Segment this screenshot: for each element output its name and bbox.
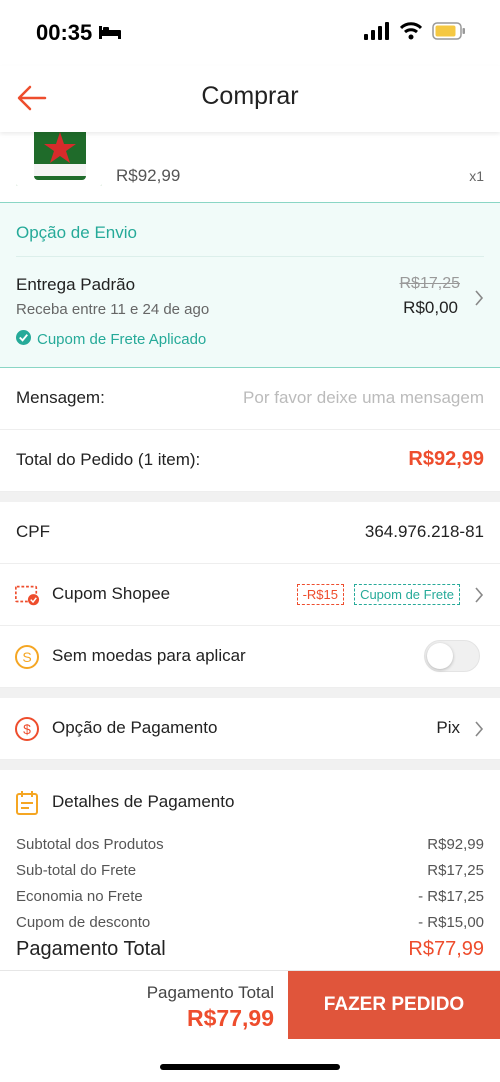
wifi-icon bbox=[399, 22, 423, 45]
coins-row: S Sem moedas para aplicar bbox=[0, 626, 500, 688]
shipping-title: Opção de Envio bbox=[16, 223, 137, 242]
payment-total-value: R$77,99 bbox=[408, 938, 484, 960]
coins-toggle[interactable] bbox=[424, 640, 480, 672]
order-total-label: Total do Pedido (1 item): bbox=[16, 450, 201, 469]
payment-line-label: Subtotal dos Produtos bbox=[16, 836, 164, 853]
cpf-row[interactable]: CPF 364.976.218-81 bbox=[0, 502, 500, 564]
app-header: Comprar bbox=[0, 66, 500, 132]
message-row: Mensagem: Por favor deixe uma mensagem bbox=[0, 368, 500, 430]
shipping-old-price: R$17,25 bbox=[399, 275, 461, 292]
coupon-row[interactable]: Cupom Shopee -R$15 Cupom de Frete bbox=[0, 564, 500, 626]
section-gap bbox=[0, 760, 500, 770]
divider bbox=[16, 256, 484, 257]
product-image bbox=[16, 132, 102, 186]
svg-text:$: $ bbox=[23, 721, 31, 737]
cpf-label: CPF bbox=[16, 522, 50, 541]
chevron-right-icon bbox=[474, 586, 484, 609]
bottom-total-label: Pagamento Total bbox=[146, 983, 274, 1002]
product-item: R$92,99 x1 bbox=[0, 132, 500, 202]
message-label: Mensagem: bbox=[16, 388, 105, 407]
receipt-icon bbox=[14, 790, 40, 816]
payment-line: Cupom de desconto - R$15,00 bbox=[16, 914, 484, 931]
chevron-right-icon bbox=[474, 289, 484, 312]
checkout-content[interactable]: R$92,99 x1 Opção de Envio Entrega Padrão… bbox=[0, 132, 500, 970]
shipping-coupon-text: Cupom de Frete Aplicado bbox=[37, 331, 207, 348]
home-indicator bbox=[160, 1064, 340, 1070]
payment-details: Detalhes de Pagamento Subtotal dos Produ… bbox=[0, 770, 500, 970]
status-indicators bbox=[364, 22, 466, 45]
payment-total-label: Pagamento Total bbox=[16, 938, 166, 960]
section-gap bbox=[0, 688, 500, 698]
payment-line-value: R$92,99 bbox=[427, 836, 484, 853]
payment-line-value: R$17,25 bbox=[427, 862, 484, 879]
status-time: 00:35 bbox=[36, 20, 93, 45]
toggle-knob bbox=[427, 643, 453, 669]
shipping-eta: Receba entre 11 e 24 de ago bbox=[16, 301, 210, 318]
place-order-button[interactable]: FAZER PEDIDO bbox=[288, 971, 500, 1039]
message-input[interactable]: Por favor deixe uma mensagem bbox=[243, 388, 484, 408]
order-total-row: Total do Pedido (1 item): R$92,99 bbox=[0, 430, 500, 492]
battery-icon bbox=[432, 22, 466, 45]
payment-line-label: Sub-total do Frete bbox=[16, 862, 137, 879]
status-time-group: 00:35 bbox=[36, 20, 122, 46]
shipping-new-price: R$0,00 bbox=[403, 298, 458, 317]
dollar-circle-icon: $ bbox=[14, 716, 40, 742]
svg-text:S: S bbox=[22, 649, 31, 665]
product-quantity: x1 bbox=[469, 168, 484, 184]
payment-line-value: - R$15,00 bbox=[418, 914, 484, 931]
payment-option-value: Pix bbox=[436, 718, 460, 737]
order-total-value: R$92,99 bbox=[408, 448, 484, 470]
shipping-coupon-note: Cupom de Frete Aplicado bbox=[16, 330, 206, 349]
payment-option-row[interactable]: $ Opção de Pagamento Pix bbox=[0, 698, 500, 760]
chevron-right-icon bbox=[474, 720, 484, 743]
bed-icon bbox=[98, 20, 122, 46]
payment-line-value: - R$17,25 bbox=[418, 888, 484, 905]
coupon-discount-tag: -R$15 bbox=[296, 584, 344, 605]
coins-label: Sem moedas para aplicar bbox=[52, 646, 246, 665]
coupon-label: Cupom Shopee bbox=[52, 584, 171, 603]
bottom-total-value: R$77,99 bbox=[187, 1005, 274, 1031]
payment-option-label: Opção de Pagamento bbox=[52, 718, 218, 737]
checkout-bottom-bar: Pagamento Total R$77,99 FAZER PEDIDO bbox=[0, 970, 500, 1082]
product-price: R$92,99 bbox=[116, 166, 181, 185]
coupon-shipping-tag: Cupom de Frete bbox=[354, 584, 460, 605]
page-title: Comprar bbox=[201, 82, 299, 110]
payment-line: Subtotal dos Produtos R$92,99 bbox=[16, 836, 484, 853]
cpf-value: 364.976.218-81 bbox=[364, 522, 484, 541]
payment-line-label: Economia no Frete bbox=[16, 888, 143, 905]
check-circle-icon bbox=[16, 330, 31, 349]
signal-icon bbox=[364, 22, 390, 45]
payment-total-line: Pagamento Total R$77,99 bbox=[16, 938, 484, 961]
payment-line: Sub-total do Frete R$17,25 bbox=[16, 862, 484, 879]
status-bar: 00:35 bbox=[0, 0, 500, 66]
payment-details-title: Detalhes de Pagamento bbox=[52, 792, 235, 811]
section-gap bbox=[0, 492, 500, 502]
payment-line-label: Cupom de desconto bbox=[16, 914, 151, 931]
shipping-method: Entrega Padrão bbox=[16, 275, 136, 294]
voucher-icon bbox=[14, 582, 40, 608]
payment-line: Economia no Frete - R$17,25 bbox=[16, 888, 484, 905]
coin-icon: S bbox=[14, 644, 40, 670]
shipping-option[interactable]: Opção de Envio Entrega Padrão Receba ent… bbox=[0, 202, 500, 368]
